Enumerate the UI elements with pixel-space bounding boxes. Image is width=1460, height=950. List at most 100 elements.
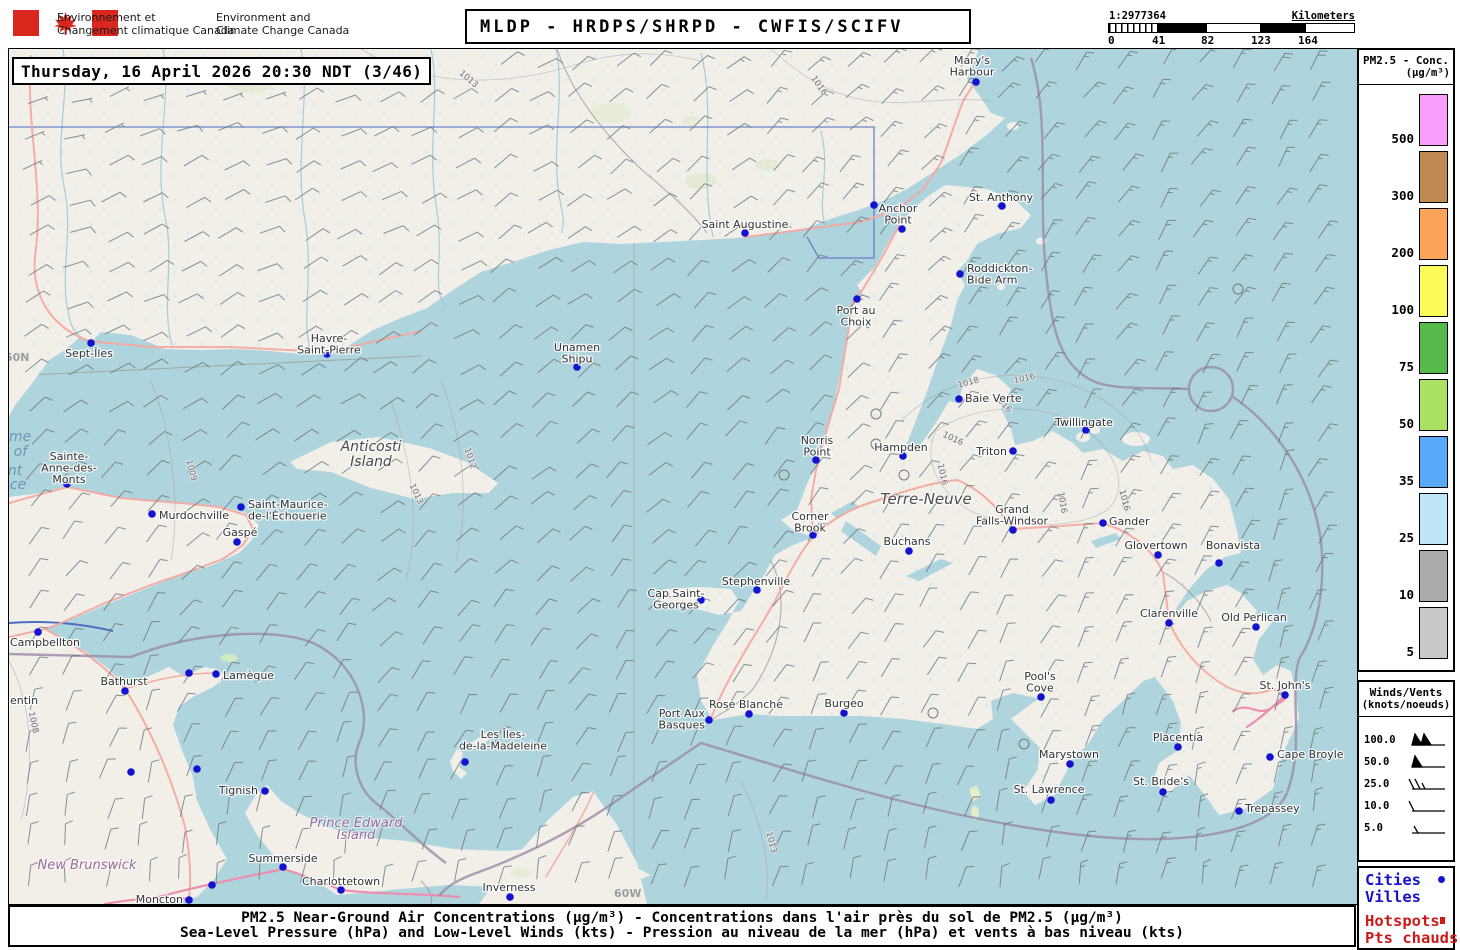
city-dot-les-les-de-la-madeleine: [461, 758, 469, 766]
graticule-label-50n: 50N: [9, 351, 30, 364]
scale-segment: [1157, 24, 1207, 32]
pm25-bin-label: 10: [1399, 587, 1414, 602]
city-label-st-john-s: St. John's: [1260, 679, 1311, 692]
scale-tick: 41: [1152, 34, 1165, 47]
wind-barb-icon: [1408, 754, 1448, 770]
city-dot-placentia: [1174, 743, 1182, 751]
pm25-bin-label: 500: [1391, 131, 1414, 146]
city-dot-glovertown: [1154, 551, 1162, 559]
city-dot-tignish: [261, 787, 269, 795]
city-dot-murdochville: [148, 510, 156, 518]
city-dot-burgeo: [840, 709, 848, 717]
caption-line2: Sea-Level Pressure (hPa) and Low-Level W…: [10, 926, 1354, 941]
scale-tick: 0: [1108, 34, 1115, 47]
city-label-inverness: Inverness: [482, 881, 535, 894]
city-label-saint-augustine: Saint Augustine: [702, 218, 789, 231]
wind-row-100.0: 100.0: [1359, 729, 1453, 751]
scale-ratio: 1:2977364: [1109, 10, 1166, 22]
winds-legend-title: Winds/Vents: [1359, 682, 1453, 699]
pm25-bin-swatch: [1419, 607, 1448, 659]
city-dot-gasp: [233, 538, 241, 546]
scale-tick: 123: [1251, 34, 1271, 47]
city-dot-rose-blanche: [745, 710, 753, 718]
pm25-bin-swatch: [1419, 493, 1448, 545]
city-label-rose-blanche: Rose Blanche: [709, 698, 783, 711]
scale-segment: [1306, 24, 1354, 32]
city-label-charlottetown: Charlottetown: [302, 875, 380, 888]
city-label-murdochville: Murdochville: [159, 509, 229, 522]
city-dot: [127, 768, 135, 776]
wind-barb-icon: [1408, 776, 1448, 792]
hotspots-label-en: Hotspots: [1365, 912, 1440, 930]
region-label-uentin: uentin: [9, 694, 38, 707]
pm25-bin-swatch: [1419, 436, 1448, 488]
city-dot-trepassey: [1235, 807, 1243, 815]
pm25-bin-swatch: [1419, 550, 1448, 602]
water-label-fragment: y of: [9, 444, 29, 460]
pm25-bin-10: 10: [1359, 550, 1448, 602]
city-label-cape-broyle: Cape Broyle: [1277, 748, 1344, 761]
pm25-bin-35: 35: [1359, 436, 1448, 488]
city-dot: [208, 881, 216, 889]
city-dot-icon: [1438, 876, 1445, 883]
pm25-bin-swatch: [1419, 379, 1448, 431]
pm25-legend-subtitle: (µg/m³): [1359, 67, 1453, 82]
city-dot-bonavista: [1215, 559, 1223, 567]
pm25-bin-label: 75: [1399, 359, 1414, 374]
logo-text-french: Environnement etChangement climatique Ca…: [57, 11, 234, 37]
winds-legend-rows: 100.0 50.0 25.0 10.0 5.0: [1359, 729, 1453, 839]
scale-segment: [1207, 24, 1260, 32]
pm25-bin-swatch: [1419, 151, 1448, 203]
wind-speed-label: 10.0: [1364, 800, 1389, 812]
timestamp-text: Thursday, 16 April 2026 20:30 NDT (3/46): [14, 62, 429, 81]
wind-speed-label: 25.0: [1364, 778, 1389, 790]
hotspots-label-fr: Pts chauds: [1365, 929, 1458, 947]
timestamp-box: Thursday, 16 April 2026 20:30 NDT (3/46): [12, 57, 431, 85]
pm25-bin-100: 100: [1359, 265, 1448, 317]
winds-legend: Winds/Vents (knots/noeuds) 100.050.025.0…: [1357, 680, 1455, 862]
city-label-campbellton: Campbellton: [10, 636, 80, 649]
city-dot-triton: [1009, 447, 1017, 455]
wind-row-10.0: 10.0: [1359, 795, 1453, 817]
wind-barb-icon: [1408, 820, 1448, 836]
pm25-bin-label: 200: [1391, 245, 1414, 260]
scale-tick: 164: [1298, 34, 1318, 47]
pm25-bin-300: 300: [1359, 151, 1448, 203]
city-dot-baie-verte: [955, 395, 963, 403]
city-label-burgeo: Burgeo: [824, 697, 864, 710]
divider: [1359, 716, 1453, 717]
city-label-port-aux-basques: Port AuxBasques: [659, 707, 706, 732]
city-dot-port-au-choix: [853, 295, 861, 303]
divider: [1359, 84, 1453, 85]
city-label-moncton: Moncton: [136, 893, 183, 904]
city-label-mary-s-harbour: Mary'sHarbour: [950, 54, 995, 79]
pm25-bin-swatch: [1419, 94, 1448, 146]
wind-speed-label: 5.0: [1364, 822, 1383, 834]
scale-segment-hatched: [1109, 24, 1157, 32]
pm25-bin-swatch: [1419, 265, 1448, 317]
city-dot: [870, 201, 878, 209]
water-label-fragment: nce: [9, 477, 26, 493]
city-label-norris-point: NorrisPoint: [801, 434, 834, 459]
pm25-bin-75: 75: [1359, 322, 1448, 374]
city-label-gasp: Gaspé: [223, 526, 258, 539]
city-dot-clarenville: [1165, 619, 1173, 627]
pm25-bin-swatch: [1419, 208, 1448, 260]
city-label-triton: Triton: [975, 445, 1007, 458]
city-label-placentia: Placentia: [1153, 731, 1203, 744]
city-label-st-anthony: St. Anthony: [969, 191, 1034, 204]
wind-speed-label: 100.0: [1364, 734, 1396, 746]
pm25-bin-label: 50: [1399, 416, 1414, 431]
city-dot-st-john-s: [1281, 691, 1289, 699]
wind-row-5.0: 5.0: [1359, 817, 1453, 839]
graticule-label-60w: 60W: [614, 887, 641, 900]
wind-speed-label: 50.0: [1364, 756, 1389, 768]
pm25-legend-title: PM2.5 - Conc.: [1359, 50, 1453, 67]
city-label-gander: Gander: [1109, 515, 1150, 528]
pm25-bin-500: 500: [1359, 94, 1448, 146]
city-label-port-au-choix: Port auChoix: [836, 304, 875, 329]
city-label-buchans: Buchans: [884, 535, 931, 548]
cities-label-en: Cities: [1365, 871, 1421, 889]
city-label-cap-saint-georges: Cap Saint-Georges: [648, 587, 705, 612]
city-label-saint-maurice-de-l-chouerie: Saint-Maurice-de-l'Échouerie: [248, 498, 328, 523]
